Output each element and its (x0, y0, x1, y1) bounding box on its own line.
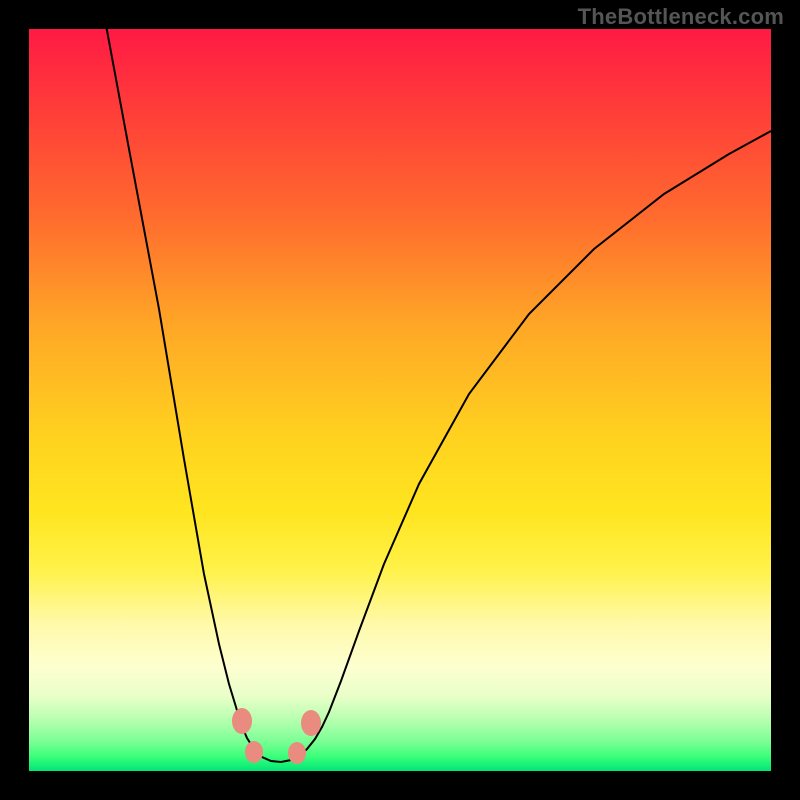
plot-svg (29, 29, 771, 771)
watermark-text: TheBottleneck.com (578, 4, 784, 30)
marker-left-lower (245, 741, 263, 763)
gradient-plot-area (29, 29, 771, 771)
bottleneck-curve (103, 29, 771, 762)
marker-right-lower (288, 742, 306, 764)
marker-left-upper (232, 708, 252, 734)
marker-right-upper (301, 710, 321, 736)
